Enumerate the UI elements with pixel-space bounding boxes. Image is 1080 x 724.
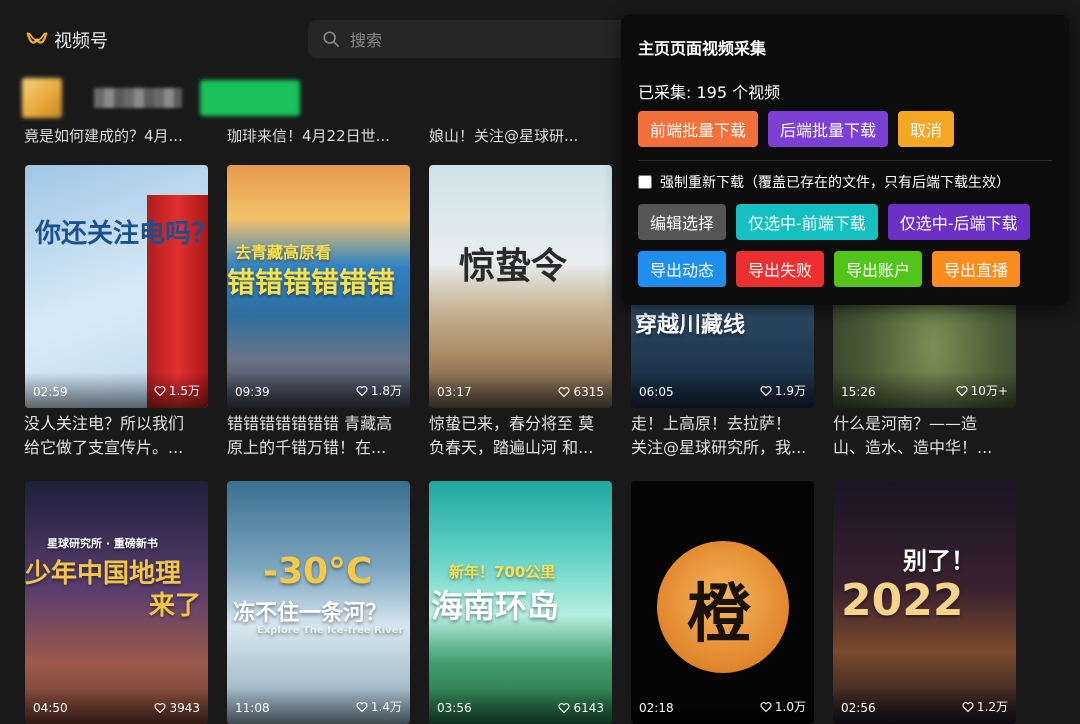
video-likes: 3943 (154, 701, 200, 715)
heart-icon (356, 701, 368, 712)
poster-subtitle: 别了！ (903, 547, 975, 575)
poster-subtitle: 去青藏高原看 (235, 243, 332, 262)
video-caption: 错错错错错错错 青藏高 原上的千错万错！在... (227, 414, 393, 457)
search-placeholder: 搜索 (350, 31, 383, 50)
video-duration: 03:56 (437, 701, 472, 715)
video-caption: 惊蛰已来，春分将至 莫负春天，踏遍山河 和... (429, 414, 595, 457)
video-duration: 04:50 (33, 701, 68, 715)
poster-title: 海南环岛 (431, 587, 560, 625)
heart-icon (760, 701, 772, 712)
video-card[interactable]: 去青藏高原看 错错错错错错 09:39 1.8万 (227, 165, 410, 408)
cancel-button[interactable]: 取消 (898, 111, 955, 147)
export-feed-button[interactable]: 导出动态 (638, 251, 727, 287)
heart-icon (154, 385, 166, 396)
selected-frontend-download-button[interactable]: 仅选中-前端下载 (736, 204, 878, 240)
edit-selection-button[interactable]: 编辑选择 (638, 204, 727, 240)
poster-title: 惊蛰令 (459, 246, 568, 287)
poster-english-text: Explore The Ice-free River (257, 625, 404, 636)
poster-top-text: 星球研究所 · 重磅新书 (47, 537, 158, 550)
video-card[interactable]: 橙 02:18 1.0万 (631, 481, 814, 724)
avatar[interactable] (22, 78, 62, 118)
video-duration: 09:39 (235, 385, 270, 399)
prev-row-caption: 娘山！关注@星球研... (429, 127, 579, 145)
export-live-button[interactable]: 导出直播 (932, 251, 1021, 287)
poster-subtitle: -30°C (263, 551, 373, 592)
selection-buttons: 编辑选择 仅选中-前端下载 仅选中-后端下载 (638, 204, 1030, 240)
video-likes: 6143 (558, 701, 604, 715)
export-account-button[interactable]: 导出账户 (834, 251, 923, 287)
video-duration: 06:05 (639, 385, 674, 399)
video-collector-panel: 主页页面视频采集 已采集: 195 个视频 前端批量下载 后端批量下载 取消 强… (621, 15, 1069, 305)
video-duration: 02:56 (841, 701, 876, 715)
video-card[interactable]: 别了！ 2022 02:56 1.2万 (833, 481, 1016, 724)
video-likes: 1.8万 (356, 382, 402, 399)
video-duration: 02:59 (33, 385, 68, 399)
poster-title: 穿越川藏线 (635, 313, 746, 338)
export-buttons: 导出动态 导出失败 导出账户 导出直播 (638, 251, 1021, 287)
poster-title: 错错错错错错 (227, 266, 396, 299)
backend-batch-download-button[interactable]: 后端批量下载 (768, 111, 889, 147)
selected-backend-download-button[interactable]: 仅选中-后端下载 (887, 204, 1030, 240)
blurred-follow-button[interactable] (200, 80, 300, 116)
video-duration: 02:18 (639, 701, 674, 715)
video-likes: 6315 (558, 385, 604, 399)
video-card[interactable]: 星球研究所 · 重磅新书 少年中国地理 来了 04:50 3943 (25, 481, 208, 724)
video-likes: 1.9万 (760, 382, 806, 399)
export-failed-button[interactable]: 导出失败 (736, 251, 825, 287)
poster-subtitle: 来了 (149, 591, 202, 621)
profile-row (22, 78, 300, 118)
video-likes: 1.4万 (356, 698, 402, 715)
force-redownload-label: 强制重新下载（覆盖已存在的文件，只有后端下载生效） (660, 175, 1010, 191)
heart-icon (558, 703, 570, 714)
app-logo[interactable]: 视频号 (26, 27, 108, 53)
channels-logo-icon (26, 32, 48, 44)
panel-divider (638, 160, 1052, 161)
video-duration: 15:26 (841, 385, 876, 399)
video-likes: 1.0万 (760, 698, 806, 715)
video-duration: 03:17 (437, 385, 472, 399)
video-duration: 11:08 (235, 701, 270, 715)
video-likes: 1.5万 (154, 382, 200, 399)
video-caption: 走！上高原！去拉萨！ 关注@星球研究所，我... (631, 414, 807, 457)
video-card[interactable]: -30°C 冻不住一条河？ Explore The Ice-free River… (227, 481, 410, 724)
heart-icon (154, 703, 166, 714)
search-icon (323, 31, 340, 48)
heart-icon (962, 701, 974, 712)
poster-title: 2022 (841, 575, 964, 626)
heart-icon (558, 387, 570, 398)
panel-title: 主页页面视频采集 (638, 39, 767, 58)
force-redownload-checkbox[interactable] (638, 175, 652, 189)
prev-row-caption: 珈琲来信！4月22日世... (227, 127, 390, 145)
video-caption: 什么是河南？——造 山、造水、造中华！... (833, 414, 993, 457)
search-input[interactable]: 搜索 (308, 20, 638, 58)
video-caption: 没人关注电？所以我们 给它做了支宣传片。... (24, 414, 185, 457)
force-redownload-option[interactable]: 强制重新下载（覆盖已存在的文件，只有后端下载生效） (638, 172, 1010, 192)
poster-title: 你还关注电吗？ (35, 219, 208, 249)
poster-title: 橙 (687, 578, 751, 652)
poster-title: 冻不住一条河？ (233, 601, 388, 626)
poster-subtitle: 新年！700公里 (449, 563, 556, 581)
prev-row-caption: 竟是如何建成的？4月... (24, 127, 183, 145)
blurred-account-name (94, 88, 182, 108)
app-title: 视频号 (54, 31, 108, 52)
video-card[interactable]: 惊蛰令 03:17 6315 (429, 165, 612, 408)
video-card[interactable]: 你还关注电吗？ 02:59 1.5万 (25, 165, 208, 408)
download-buttons: 前端批量下载 后端批量下载 取消 (638, 111, 955, 147)
video-likes: 10万+ (956, 382, 1008, 399)
collected-count: 已采集: 195 个视频 (638, 83, 781, 102)
heart-icon (760, 385, 772, 396)
heart-icon (356, 385, 368, 396)
frontend-batch-download-button[interactable]: 前端批量下载 (638, 111, 759, 147)
video-card[interactable]: 新年！700公里 海南环岛 03:56 6143 (429, 481, 612, 724)
video-likes: 1.2万 (962, 698, 1008, 715)
heart-icon (956, 385, 968, 396)
